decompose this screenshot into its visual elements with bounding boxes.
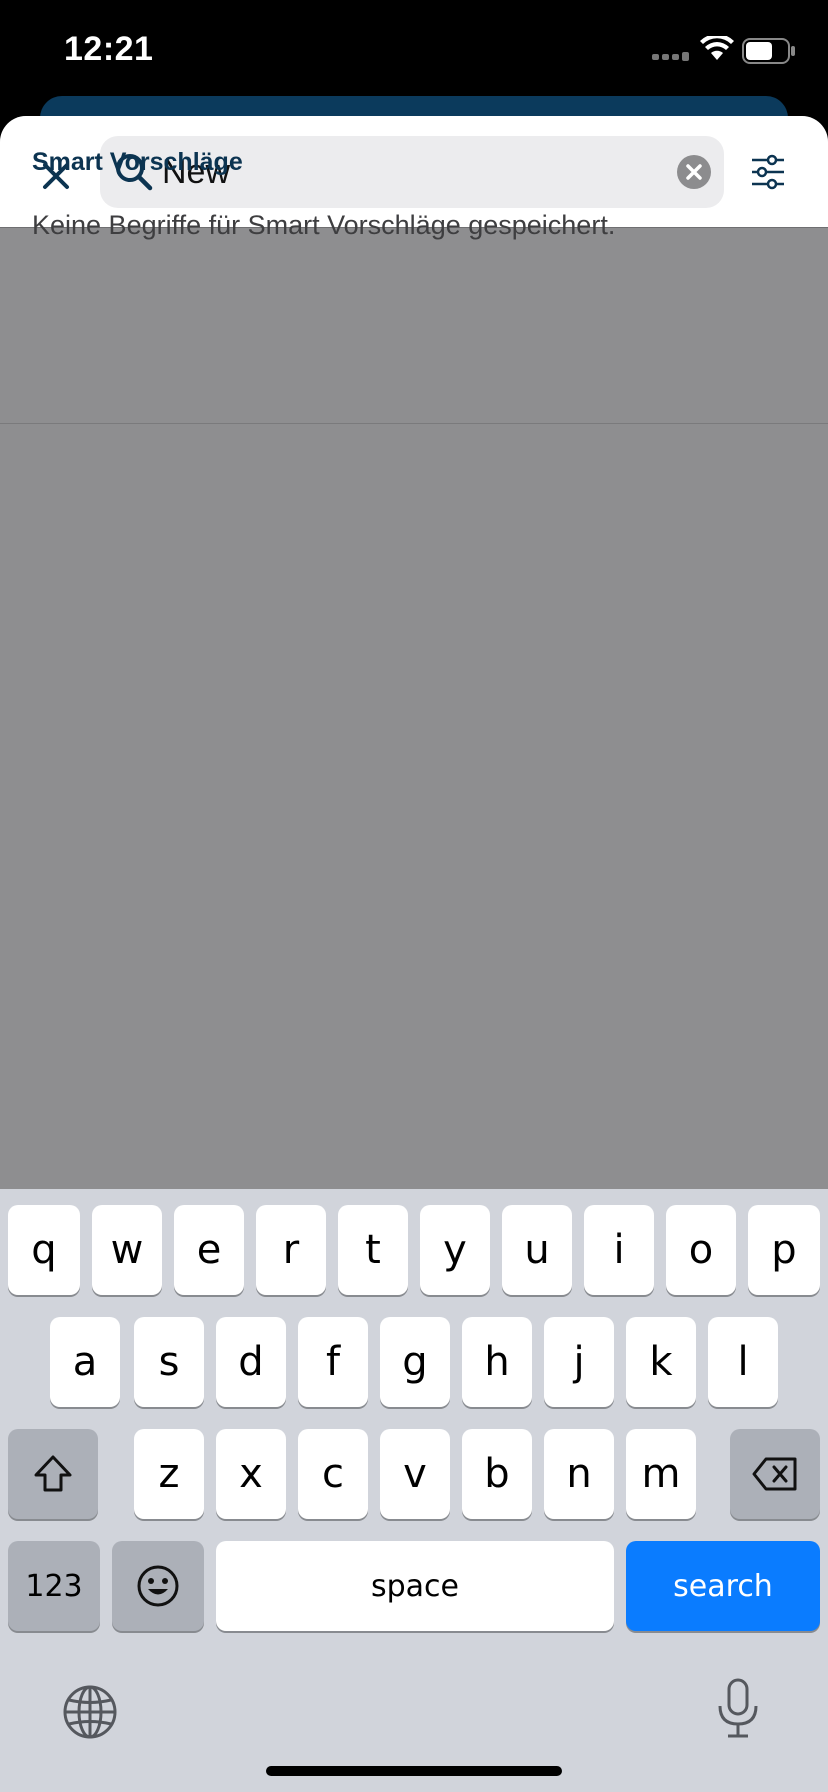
backspace-icon [752, 1457, 797, 1491]
cellular-signal-icon [652, 52, 689, 61]
key-z[interactable]: z [134, 1429, 204, 1519]
shift-key[interactable] [8, 1429, 98, 1519]
key-a[interactable]: a [50, 1317, 120, 1407]
globe-icon[interactable] [62, 1684, 118, 1740]
numbers-key[interactable]: 123 [8, 1541, 100, 1631]
key-v[interactable]: v [380, 1429, 450, 1519]
key-f[interactable]: f [298, 1317, 368, 1407]
key-p[interactable]: p [748, 1205, 820, 1295]
backspace-key[interactable] [730, 1429, 820, 1519]
key-o[interactable]: o [666, 1205, 736, 1295]
key-m[interactable]: m [626, 1429, 696, 1519]
smart-suggestions-empty-text: Keine Begriffe für Smart Vorschläge gesp… [32, 210, 616, 240]
home-indicator [266, 1766, 562, 1776]
battery-icon [742, 38, 795, 64]
space-key[interactable]: space [216, 1541, 614, 1631]
key-w[interactable]: w [92, 1205, 162, 1295]
key-k[interactable]: k [626, 1317, 696, 1407]
key-j[interactable]: j [544, 1317, 614, 1407]
key-u[interactable]: u [502, 1205, 572, 1295]
key-x[interactable]: x [216, 1429, 286, 1519]
wifi-icon [700, 36, 734, 60]
clear-search-icon[interactable] [676, 154, 712, 190]
key-q[interactable]: q [8, 1205, 80, 1295]
search-key[interactable]: search [626, 1541, 820, 1631]
key-n[interactable]: n [544, 1429, 614, 1519]
emoji-key[interactable] [112, 1541, 204, 1631]
key-y[interactable]: y [420, 1205, 490, 1295]
key-l[interactable]: l [708, 1317, 778, 1407]
microphone-icon[interactable] [716, 1678, 760, 1740]
emoji-icon [137, 1565, 179, 1607]
key-i[interactable]: i [584, 1205, 654, 1295]
status-bar: 12:21 [0, 0, 828, 100]
key-t[interactable]: t [338, 1205, 408, 1295]
filter-icon[interactable] [750, 154, 786, 190]
shift-icon [34, 1455, 72, 1492]
key-b[interactable]: b [462, 1429, 532, 1519]
key-g[interactable]: g [380, 1317, 450, 1407]
smart-suggestions-title: Smart Vorschläge [32, 148, 243, 176]
key-e[interactable]: e [174, 1205, 244, 1295]
key-c[interactable]: c [298, 1429, 368, 1519]
key-d[interactable]: d [216, 1317, 286, 1407]
key-h[interactable]: h [462, 1317, 532, 1407]
key-s[interactable]: s [134, 1317, 204, 1407]
key-r[interactable]: r [256, 1205, 326, 1295]
smart-suggestions-section [0, 228, 828, 424]
status-time: 12:21 [64, 30, 154, 68]
